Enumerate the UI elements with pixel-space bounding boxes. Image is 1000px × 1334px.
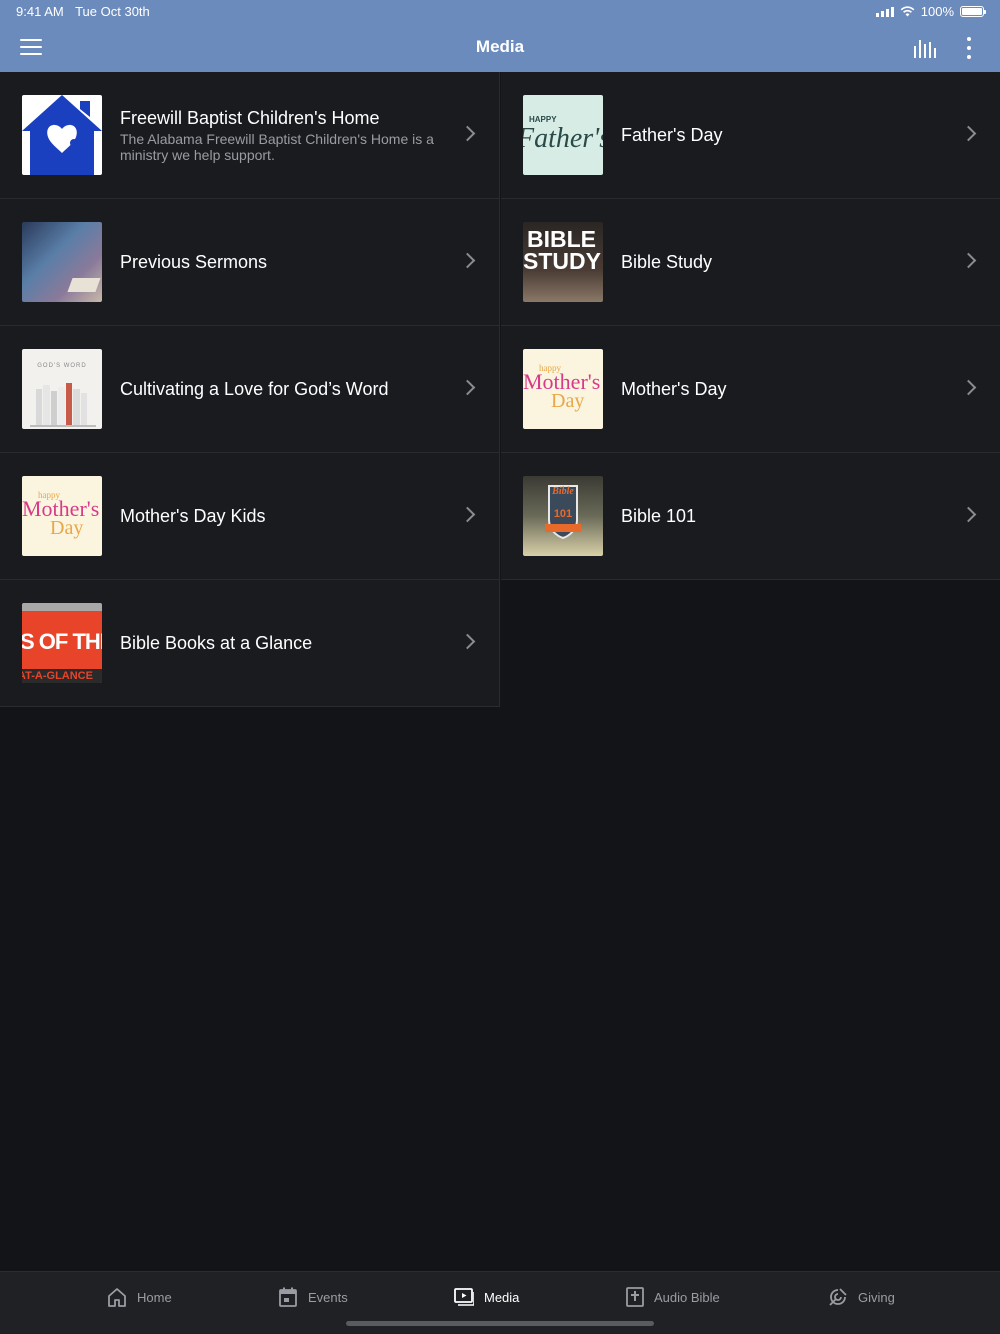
tab-media[interactable]: Media [454, 1285, 519, 1309]
chevron-right-icon [459, 125, 476, 142]
item-title: Mother's Day [621, 379, 727, 399]
chevron-right-icon [459, 252, 476, 269]
media-item-bible-books-glance[interactable]: S OF THE AT-A-GLANCE Bible Books at a Gl… [0, 580, 500, 707]
tab-home[interactable]: Home [107, 1285, 172, 1309]
item-title: Father's Day [621, 125, 723, 145]
tab-label: Home [137, 1289, 172, 1305]
item-thumbnail [22, 95, 102, 175]
audio-levels-icon[interactable] [914, 38, 938, 58]
item-thumbnail: happy Mother's Day [22, 476, 102, 556]
tab-label: Events [308, 1289, 348, 1305]
tab-label: Media [484, 1289, 520, 1305]
chevron-right-icon [459, 633, 476, 650]
media-icon [454, 1288, 474, 1306]
item-thumbnail: S OF THE AT-A-GLANCE [22, 603, 102, 683]
audio-bible-icon [626, 1287, 644, 1307]
tab-events[interactable]: Events [278, 1285, 348, 1309]
cellular-signal-icon [875, 6, 894, 17]
thumbnail-text-2: Day [50, 517, 84, 539]
item-thumbnail: happy Mother's Day [523, 349, 603, 429]
media-item-bible-study[interactable]: BIBLE STUDY Bible Study [501, 199, 1000, 326]
media-item-mothers-day-kids[interactable]: happy Mother's Day Mother's Day Kids [0, 453, 500, 580]
thumbnail-text-2: AT-A-GLANCE [22, 670, 93, 682]
media-item-cultivating-love[interactable]: GOD'S WORD Cultivating a Love for God’s … [0, 326, 500, 453]
item-title: Previous Sermons [120, 252, 268, 272]
giving-icon [829, 1288, 847, 1306]
item-thumbnail: Bible 101 [523, 476, 603, 556]
thumbnail-text-2: Day [551, 390, 585, 412]
tab-label: Giving [858, 1289, 895, 1305]
thumbnail-text-2: STUDY [523, 248, 601, 274]
item-thumbnail [22, 222, 102, 302]
status-bar: 9:41 AM Tue Oct 30th 100% [0, 0, 1000, 24]
item-title: Cultivating a Love for God’s Word [120, 379, 389, 399]
book-shape [67, 278, 101, 292]
home-indicator[interactable] [346, 1321, 654, 1326]
thumbnail-text-1: BIBLE [527, 226, 596, 252]
home-icon [108, 1288, 126, 1307]
calendar-icon [279, 1287, 297, 1307]
item-title: Freewill Baptist Children's Home [120, 108, 380, 128]
navigation-bar: Media [0, 24, 1000, 72]
media-item-childrens-home[interactable]: Freewill Baptist Children's Home The Ala… [0, 72, 500, 199]
item-title: Bible Books at a Glance [120, 633, 313, 653]
tab-label: Audio Bible [654, 1289, 720, 1305]
item-title: Bible Study [621, 252, 713, 272]
wifi-icon [900, 6, 915, 17]
item-thumbnail: BIBLE STUDY [523, 222, 603, 302]
media-item-bible-101[interactable]: Bible 101 Bible 101 [501, 453, 1000, 580]
item-title: Bible 101 [621, 506, 697, 526]
media-item-previous-sermons[interactable]: Previous Sermons [0, 199, 500, 326]
tab-giving[interactable]: Giving [828, 1285, 895, 1309]
house-with-children-icon [22, 95, 102, 175]
item-title: Mother's Day Kids [120, 506, 266, 526]
thumbnail-band [22, 603, 102, 611]
thumbnail-text-2: 101 [553, 508, 573, 520]
chevron-right-icon [459, 379, 476, 396]
chevron-right-icon [960, 125, 977, 142]
chevron-right-icon [960, 379, 977, 396]
media-item-mothers-day[interactable]: happy Mother's Day Mother's Day [501, 326, 1000, 453]
battery-percent: 100% [920, 4, 954, 19]
books-illustration [30, 383, 96, 427]
battery-icon [960, 6, 986, 17]
media-item-fathers-day[interactable]: HAPPY Father's Father's Day [501, 72, 1000, 199]
tab-audio-bible[interactable]: Audio Bible [626, 1285, 720, 1309]
more-options-icon[interactable] [964, 37, 974, 59]
thumbnail-text-1: S OF THE [22, 629, 102, 654]
item-thumbnail: HAPPY Father's [523, 95, 603, 175]
item-thumbnail: GOD'S WORD [22, 349, 102, 429]
item-subtitle: The Alabama Freewill Baptist Children's … [120, 131, 434, 163]
thumbnail-text: Father's [523, 123, 603, 154]
chevron-right-icon [459, 506, 476, 523]
status-date: Tue Oct 30th [75, 4, 150, 19]
status-time: 9:41 AM [16, 4, 64, 19]
page-title: Media [475, 37, 525, 56]
chevron-right-icon [960, 252, 977, 269]
thumbnail-text-1: Bible [552, 486, 574, 497]
app-header: 9:41 AM Tue Oct 30th 100% Media [0, 0, 1000, 72]
chevron-right-icon [960, 506, 977, 523]
